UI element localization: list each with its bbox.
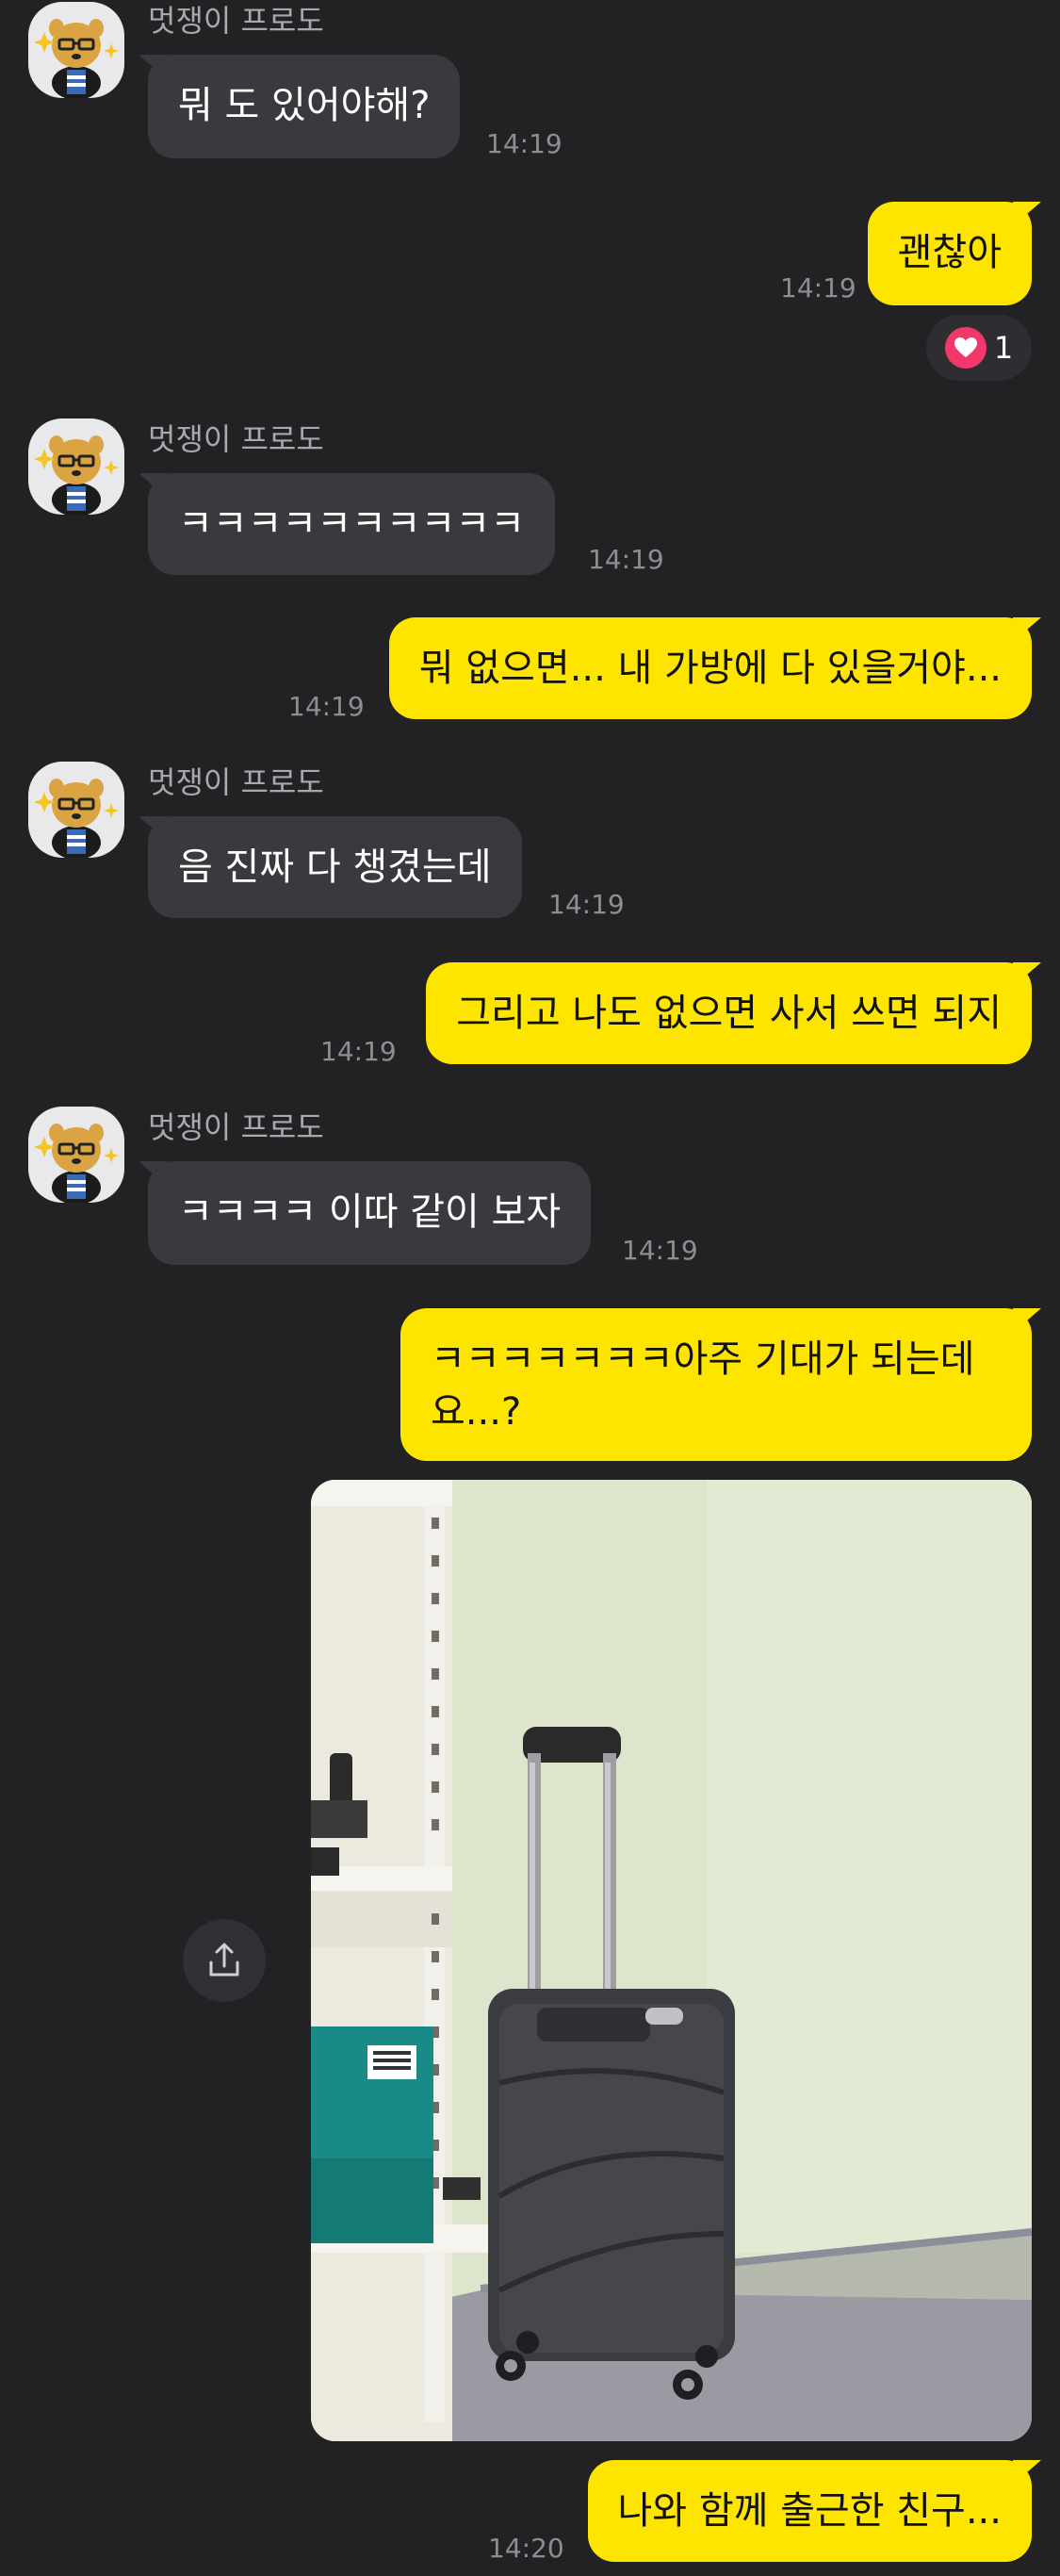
outgoing-message-bubble[interactable]: 뭐 없으면... 내 가방에 다 있을거야... [388, 617, 1032, 719]
message-time: 14:19 [320, 1036, 397, 1067]
outgoing-message-bubble[interactable]: ㅋㅋㅋㅋㅋㅋㅋ아주 기대가 되는데 요...? [400, 1308, 1032, 1461]
photo-attachment[interactable] [311, 1480, 1032, 2441]
sender-name: 멋쟁이 프로도 [148, 764, 324, 800]
chat-room: 멋쟁이 프로도 뭐 도 있어야해? 14:19 괜찮아 14:19 1 멋쟁이 … [0, 0, 1060, 2576]
sender-name: 멋쟁이 프로도 [148, 3, 324, 39]
message-time: 14:19 [780, 272, 856, 304]
sender-avatar[interactable] [28, 2, 124, 98]
share-button[interactable] [183, 1919, 266, 2002]
sender-avatar[interactable] [28, 1107, 124, 1203]
reaction-badge[interactable]: 1 [926, 315, 1032, 381]
sender-avatar[interactable] [28, 762, 124, 858]
message-time: 14:19 [588, 544, 664, 575]
sender-name: 멋쟁이 프로도 [148, 1109, 324, 1145]
message-time: 14:19 [622, 1235, 698, 1266]
outgoing-message-bubble[interactable]: 그리고 나도 없으면 사서 쓰면 되지 [426, 962, 1032, 1064]
message-time: 14:19 [548, 889, 625, 920]
reaction-count: 1 [993, 330, 1014, 366]
incoming-message-bubble[interactable]: 음 진짜 다 챙겼는데 [148, 816, 522, 918]
message-time: 14:19 [288, 691, 365, 722]
message-time: 14:19 [486, 128, 563, 159]
incoming-message-bubble[interactable]: ㅋㅋㅋㅋ 이따 같이 보자 [148, 1161, 592, 1265]
incoming-message-bubble[interactable]: 뭐 도 있어야해? [148, 55, 461, 158]
sender-avatar[interactable] [28, 418, 124, 515]
message-time: 14:20 [488, 2533, 564, 2564]
sender-name: 멋쟁이 프로도 [148, 421, 324, 457]
share-icon [209, 1943, 239, 1977]
outgoing-message-bubble[interactable]: 괜찮아 [867, 202, 1032, 305]
incoming-message-bubble[interactable]: ㅋㅋㅋㅋㅋㅋㅋㅋㅋㅋ [148, 473, 555, 575]
outgoing-message-bubble[interactable]: 나와 함께 출근한 친구... [587, 2460, 1032, 2562]
heart-icon [944, 327, 987, 369]
